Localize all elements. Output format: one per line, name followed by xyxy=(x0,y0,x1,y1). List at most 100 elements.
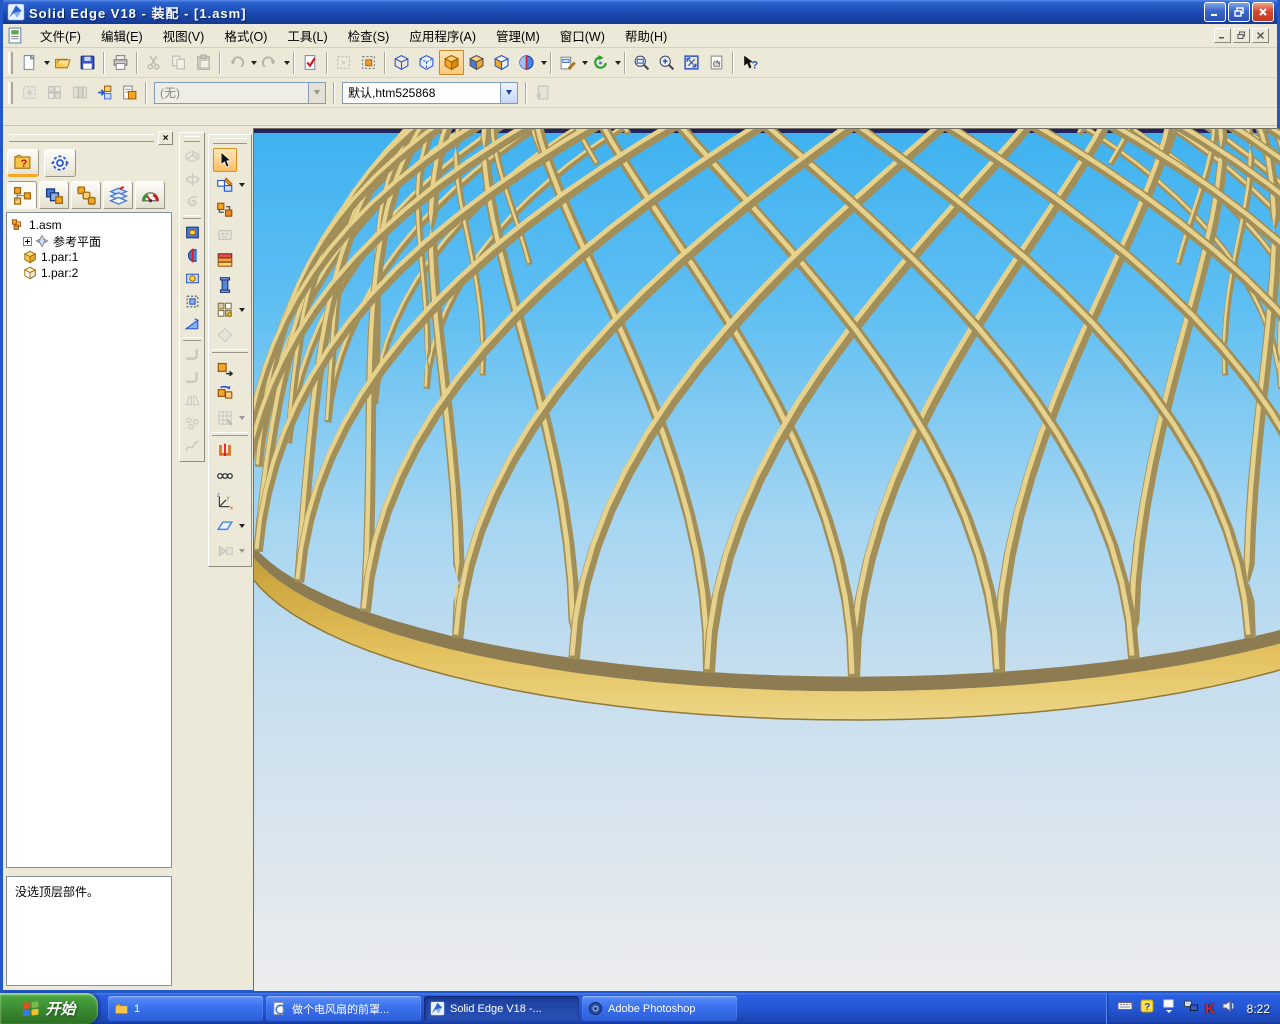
assembly-pathfinder-tree[interactable]: 1.asm 参考平面 1.par:1 1.par:2 xyxy=(6,212,172,868)
replace-part-button[interactable] xyxy=(209,380,251,405)
toolbar-grip[interactable] xyxy=(213,138,247,144)
taskbar-item[interactable]: Solid Edge V18 -... xyxy=(424,996,579,1021)
shaded-view-button[interactable] xyxy=(439,50,464,75)
fastener-system-button[interactable] xyxy=(209,247,251,272)
configurations-button[interactable] xyxy=(117,80,142,105)
swept-cutout-button[interactable] xyxy=(181,290,203,312)
hidden-edge-view-button[interactable] xyxy=(414,50,439,75)
menu-item-2[interactable]: 编辑(E) xyxy=(91,23,153,48)
relationships-button[interactable] xyxy=(209,463,251,488)
parts-library-tab[interactable] xyxy=(39,181,69,209)
swept-protrusion-button xyxy=(181,191,203,213)
reference-plane-button-dropdown-icon[interactable] xyxy=(239,523,245,528)
menu-item-7[interactable]: 应用程序(A) xyxy=(399,23,486,48)
reference-plane-button[interactable] xyxy=(209,513,251,538)
zoom-button[interactable] xyxy=(654,50,679,75)
toolbar-separator xyxy=(183,337,201,341)
drag-part-button[interactable] xyxy=(209,355,251,380)
layers-tab[interactable] xyxy=(103,181,133,209)
rotate-view-button-dropdown-icon[interactable] xyxy=(615,60,621,65)
menu-item-5[interactable]: 工具(L) xyxy=(277,23,337,48)
configuration-combo[interactable]: 默认,htm525868 xyxy=(342,81,518,104)
fit-view-button[interactable] xyxy=(679,50,704,75)
taskbar-item[interactable]: 1 xyxy=(108,996,263,1021)
print-button[interactable] xyxy=(108,50,133,75)
document-icon[interactable] xyxy=(7,27,24,44)
input-method-tray-icon[interactable]: ? xyxy=(1139,998,1155,1019)
expand-icon[interactable] xyxy=(23,236,32,246)
mdi-restore-button[interactable] xyxy=(1233,28,1250,43)
tree-item[interactable]: 1.par:1 xyxy=(9,249,169,265)
volume-tray-icon[interactable] xyxy=(1221,998,1237,1019)
rotate-view-button[interactable] xyxy=(588,50,613,75)
zoom-area-button[interactable] xyxy=(629,50,654,75)
title-bar[interactable]: Solid Edge V18 - 装配 - [1.asm] xyxy=(3,0,1277,24)
configuration-combo-dropdown-icon[interactable] xyxy=(500,82,517,103)
menu-item-10[interactable]: 帮助(H) xyxy=(615,23,677,48)
alternate-assemblies-tab[interactable] xyxy=(71,181,101,209)
tree-item[interactable]: 参考平面 xyxy=(9,233,169,249)
pattern-button-dropdown-icon[interactable] xyxy=(239,307,245,312)
save-button[interactable] xyxy=(75,50,100,75)
revolved-cutout-button[interactable] xyxy=(181,244,203,266)
menu-item-6[interactable]: 检查(S) xyxy=(338,23,400,48)
sensors-tab[interactable] xyxy=(135,181,165,209)
assemble-button[interactable] xyxy=(209,197,251,222)
new-document-button[interactable] xyxy=(17,50,42,75)
sketch-button[interactable] xyxy=(209,172,251,197)
menu-item-8[interactable]: 管理(M) xyxy=(486,23,550,48)
validate-document-button[interactable] xyxy=(298,50,323,75)
help-library-tab[interactable]: ? xyxy=(7,149,39,177)
tree-item[interactable]: 1.asm xyxy=(9,217,169,233)
assembly-pathfinder-tab[interactable] xyxy=(7,181,37,209)
clamp-button[interactable] xyxy=(209,438,251,463)
toolbar-grip[interactable] xyxy=(8,51,13,74)
tab-tree-icon xyxy=(13,186,31,205)
network-tray-icon[interactable] xyxy=(1183,998,1199,1019)
toolbar-separator xyxy=(103,51,105,74)
taskbar-item[interactable]: Adobe Photoshop xyxy=(582,996,737,1021)
start-button[interactable]: 开始 xyxy=(0,993,98,1024)
tree-item[interactable]: 1.par:2 xyxy=(9,265,169,281)
kaspersky-tray-icon[interactable]: K xyxy=(1205,1001,1214,1016)
modeling-viewport[interactable] xyxy=(253,128,1280,991)
edgebar-close-icon[interactable]: × xyxy=(158,131,173,145)
menu-item-9[interactable]: 窗口(W) xyxy=(550,23,615,48)
hole-button[interactable] xyxy=(181,267,203,289)
options-tab[interactable] xyxy=(44,149,76,177)
mdi-close-button[interactable] xyxy=(1252,28,1269,43)
edgebar-header[interactable]: × xyxy=(5,130,173,146)
toolbar-grip[interactable] xyxy=(184,136,200,142)
cutout-button[interactable] xyxy=(181,221,203,243)
toolbar-grip[interactable] xyxy=(8,81,13,104)
previous-view-button[interactable] xyxy=(704,50,729,75)
select-tool-button[interactable] xyxy=(209,147,251,172)
sketch-button-dropdown-icon[interactable] xyxy=(239,182,245,187)
minimize-button[interactable] xyxy=(1204,2,1226,22)
edgebar-grip[interactable] xyxy=(9,134,154,142)
taskbar-item[interactable]: 做个电风扇的前罩... xyxy=(266,996,421,1021)
section-view-button-dropdown-icon[interactable] xyxy=(541,60,547,65)
close-button[interactable] xyxy=(1252,2,1274,22)
menu-item-3[interactable]: 视图(V) xyxy=(153,23,215,48)
named-views-button[interactable] xyxy=(555,50,580,75)
select-overlapping-button[interactable] xyxy=(356,50,381,75)
chamfer-button[interactable] xyxy=(181,313,203,335)
help-pointer-button[interactable]: ? xyxy=(737,50,762,75)
menu-item-1[interactable]: 文件(F) xyxy=(30,23,91,48)
mdi-minimize-button[interactable] xyxy=(1214,28,1231,43)
restore-tray-icon[interactable] xyxy=(1161,998,1177,1019)
shaded-with-edges-button[interactable] xyxy=(464,50,489,75)
wireframe-view-button[interactable] xyxy=(389,50,414,75)
section-view-button[interactable] xyxy=(514,50,539,75)
menu-item-4[interactable]: 格式(O) xyxy=(214,23,277,48)
coordinate-system-button[interactable]: z xy xyxy=(209,488,251,513)
restore-button[interactable] xyxy=(1228,2,1250,22)
open-button[interactable] xyxy=(50,50,75,75)
toolbar-separator xyxy=(183,215,201,219)
pattern-button[interactable] xyxy=(209,297,251,322)
activate-parts-button[interactable] xyxy=(92,80,117,105)
shaded-soft-button[interactable] xyxy=(489,50,514,75)
insert-column-button[interactable] xyxy=(209,272,251,297)
keyboard-tray-icon[interactable] xyxy=(1117,998,1133,1019)
